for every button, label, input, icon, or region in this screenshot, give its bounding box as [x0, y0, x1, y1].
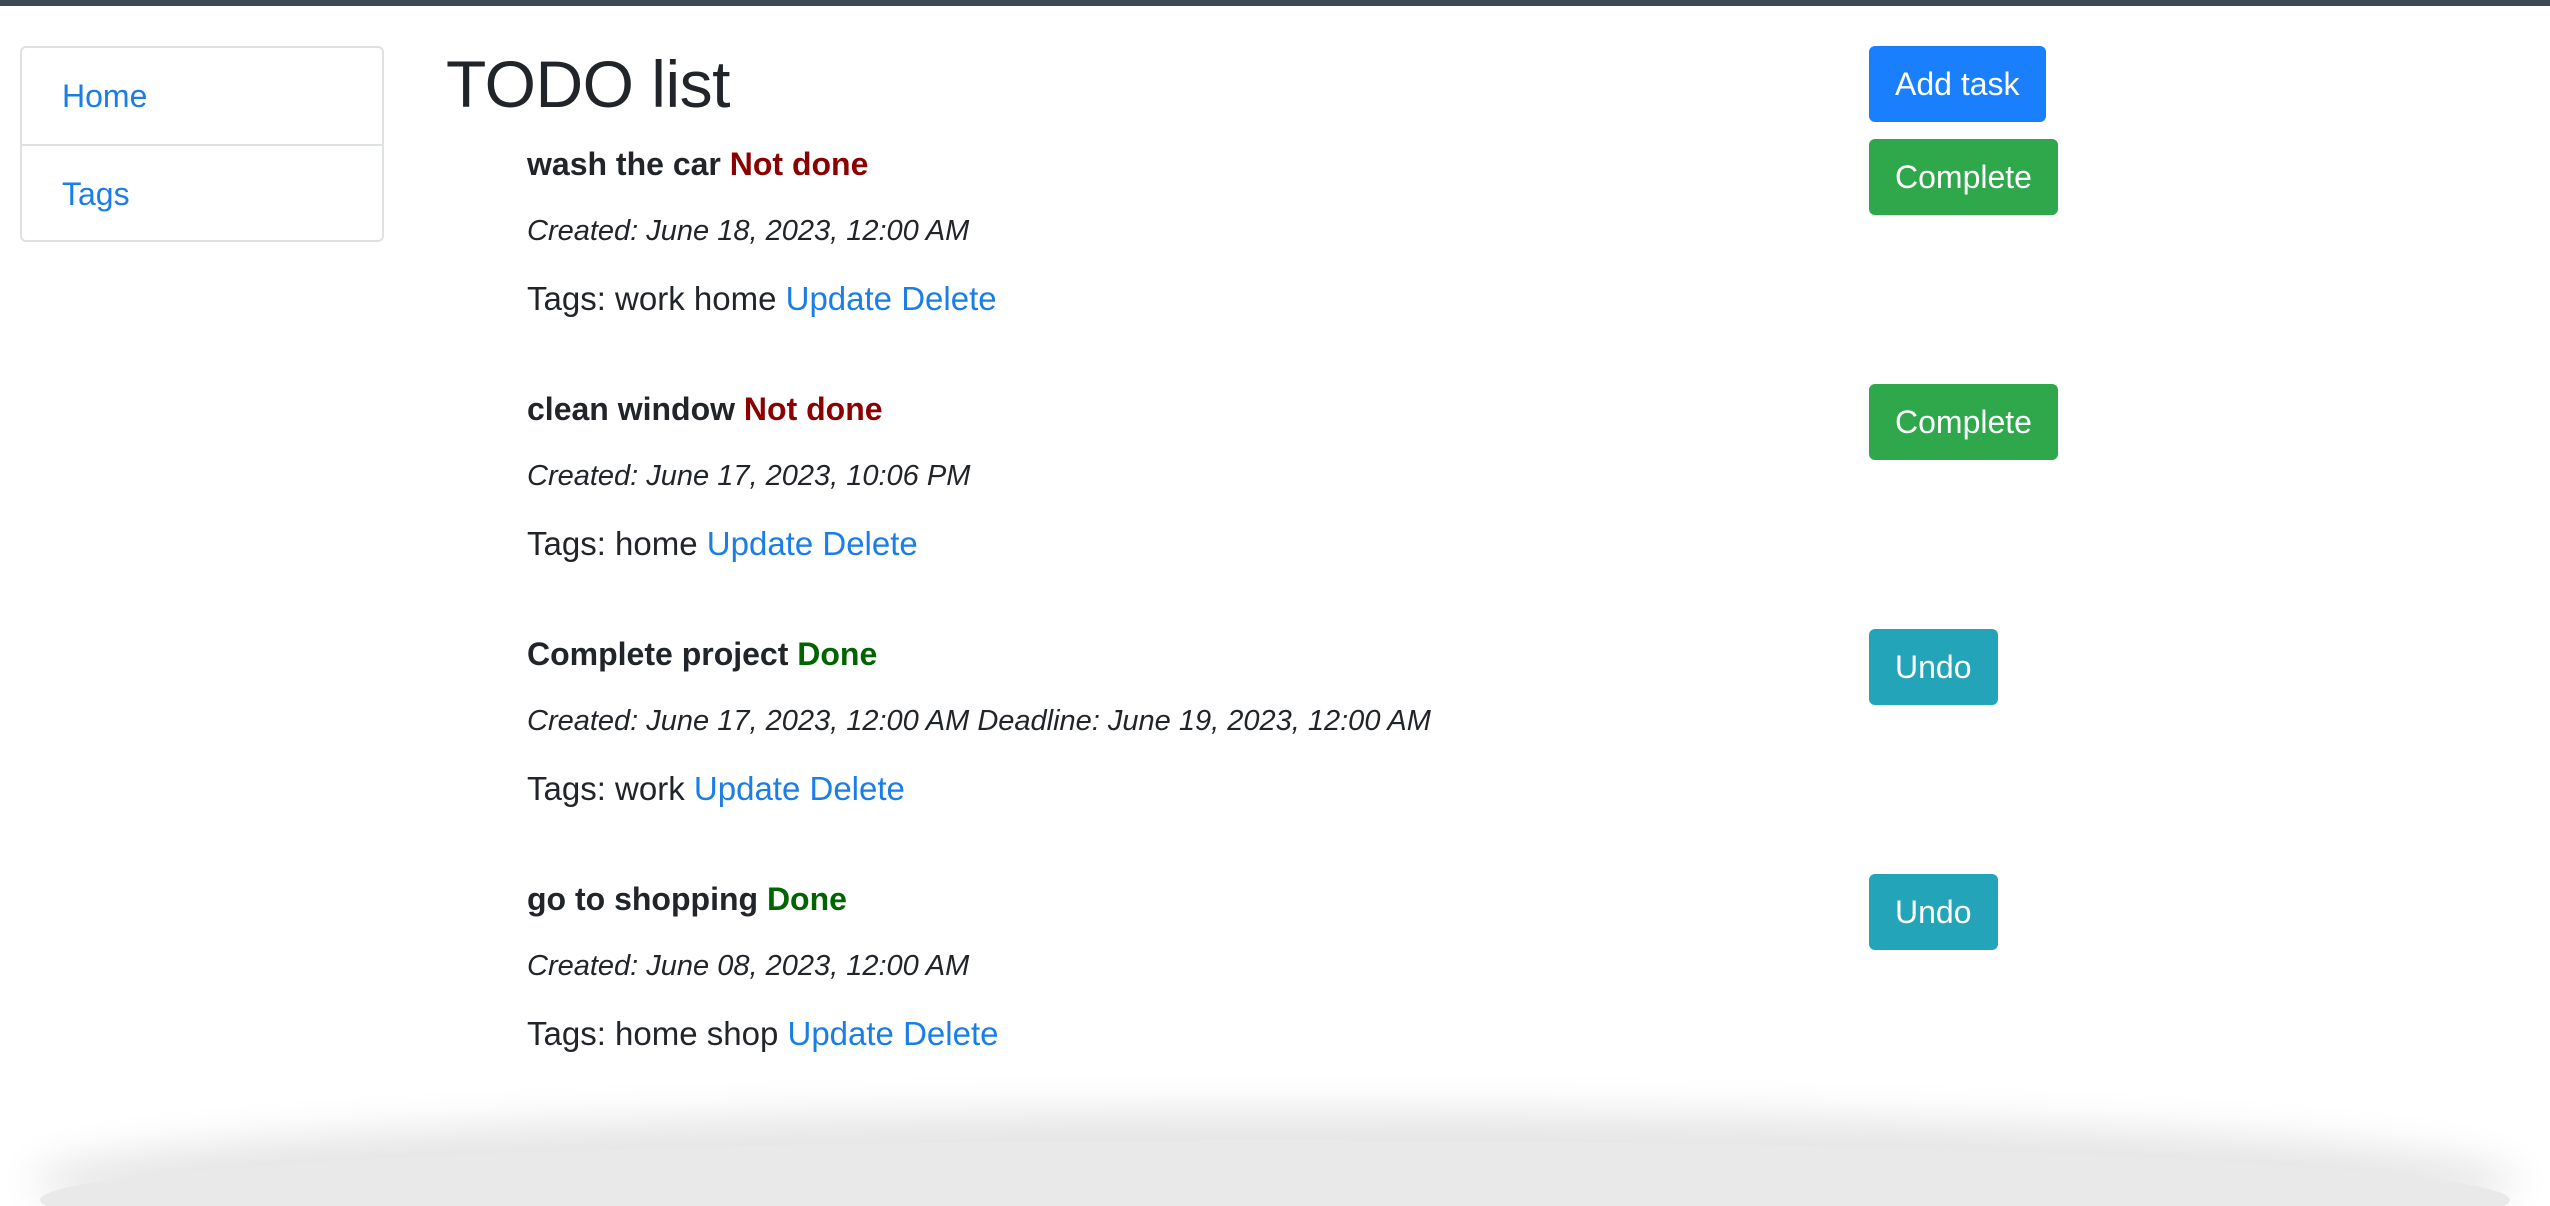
- task-title-line: Complete project Done: [527, 634, 2027, 674]
- task-created-date: Created: June 17, 2023, 10:06 PM: [527, 460, 971, 492]
- task-delete-link[interactable]: Delete: [822, 525, 917, 562]
- complete-button[interactable]: Complete: [1869, 384, 2058, 460]
- task-tags-label: Tags:: [527, 280, 606, 317]
- task-tags: home: [615, 525, 698, 562]
- task-title: go to shopping: [527, 881, 759, 917]
- task-tags-label: Tags:: [527, 525, 606, 562]
- task-title: clean window: [527, 391, 736, 427]
- complete-button[interactable]: Complete: [1869, 139, 2058, 215]
- task-status: Done: [766, 881, 847, 917]
- task-tags-line: Tags: home Update Delete: [527, 523, 2027, 565]
- task-update-link[interactable]: Update: [788, 1015, 894, 1052]
- bottom-shade: [40, 1140, 2510, 1206]
- task-created: Created: June 17, 2023, 12:00 AM Deadlin…: [527, 702, 2027, 740]
- task-created: Created: June 08, 2023, 12:00 AM: [527, 947, 2027, 985]
- task-tags-line: Tags: work home Update Delete: [527, 278, 2027, 320]
- task-created-date: Created: June 18, 2023, 12:00 AM: [527, 215, 970, 247]
- page-title: TODO list: [446, 47, 730, 121]
- page: Home Tags TODO list Add task wash the ca…: [0, 0, 2550, 1206]
- task-status: Done: [797, 636, 878, 672]
- task-tags-line: Tags: home shop Update Delete: [527, 1013, 2027, 1055]
- sidebar-item-home[interactable]: Home: [22, 48, 382, 144]
- task-status: Not done: [743, 391, 883, 427]
- task-item: go to shopping Done Created: June 08, 20…: [527, 879, 2027, 1055]
- task-status: Not done: [729, 146, 869, 182]
- sidebar-nav: Home Tags: [20, 46, 384, 242]
- task-title: Complete project: [527, 636, 789, 672]
- task-title-line: go to shopping Done: [527, 879, 2027, 919]
- task-delete-link[interactable]: Delete: [901, 280, 996, 317]
- task-tags-label: Tags:: [527, 770, 606, 807]
- sidebar-item-tags[interactable]: Tags: [22, 144, 382, 240]
- task-tags-line: Tags: work Update Delete: [527, 768, 2027, 810]
- task-title: wash the car: [527, 146, 721, 182]
- task-created: Created: June 18, 2023, 12:00 AM: [527, 212, 2027, 250]
- task-item: clean window Not done Created: June 17, …: [527, 389, 2027, 565]
- task-deadline: Deadline: June 19, 2023, 12:00 AM: [977, 705, 1431, 737]
- task-delete-link[interactable]: Delete: [810, 770, 905, 807]
- task-tags: work home: [615, 280, 777, 317]
- task-update-link[interactable]: Update: [707, 525, 813, 562]
- task-created-date: Created: June 08, 2023, 12:00 AM: [527, 950, 970, 982]
- undo-button[interactable]: Undo: [1869, 874, 1998, 950]
- top-bar: [0, 0, 2550, 6]
- task-update-link[interactable]: Update: [694, 770, 800, 807]
- add-task-button[interactable]: Add task: [1869, 46, 2046, 122]
- task-delete-link[interactable]: Delete: [903, 1015, 998, 1052]
- task-tags: work: [615, 770, 685, 807]
- task-created-date: Created: June 17, 2023, 12:00 AM: [527, 705, 970, 737]
- task-tags-label: Tags:: [527, 1015, 606, 1052]
- task-created: Created: June 17, 2023, 10:06 PM: [527, 457, 2027, 495]
- task-title-line: clean window Not done: [527, 389, 2027, 429]
- task-item: Complete project Done Created: June 17, …: [527, 634, 2027, 810]
- task-item: wash the car Not done Created: June 18, …: [527, 144, 2027, 320]
- task-tags: home shop: [615, 1015, 779, 1052]
- task-title-line: wash the car Not done: [527, 144, 2027, 184]
- undo-button[interactable]: Undo: [1869, 629, 1998, 705]
- task-update-link[interactable]: Update: [786, 280, 892, 317]
